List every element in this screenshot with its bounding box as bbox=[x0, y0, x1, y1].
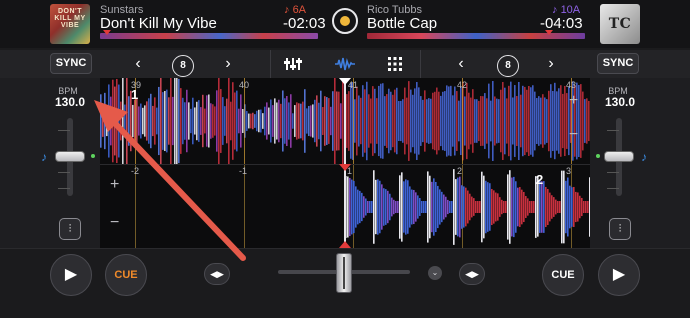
waveform-icon[interactable] bbox=[333, 50, 357, 78]
left-track-artwork[interactable]: DON'T KILL MY VIBE bbox=[50, 4, 90, 44]
grid-icon[interactable] bbox=[384, 50, 406, 78]
right-loop-size-button[interactable]: 8 bbox=[497, 55, 519, 77]
left-loop-prev-icon[interactable]: ‹ bbox=[128, 50, 148, 78]
left-zoom-out-icon[interactable]: − bbox=[569, 126, 578, 144]
right-beat-2: 2 bbox=[457, 166, 463, 176]
right-playhead-top-marker bbox=[339, 164, 351, 171]
right-beat-3: 3 bbox=[566, 166, 572, 176]
left-nudge-icon[interactable]: ◀▶ bbox=[204, 263, 230, 285]
right-eq-icon[interactable]: ⫶ bbox=[609, 218, 631, 240]
right-zoom-out-icon[interactable]: − bbox=[110, 214, 119, 232]
left-pitch-slider-handle[interactable] bbox=[55, 151, 85, 162]
right-beat-minus-2: -2 bbox=[131, 166, 140, 176]
right-keylock-icon[interactable]: ♪ bbox=[641, 150, 647, 164]
left-sync-button[interactable]: SYNC bbox=[50, 53, 92, 74]
left-play-button[interactable]: ▶ bbox=[50, 254, 92, 296]
left-title: Don't Kill My Vibe bbox=[100, 15, 217, 32]
playhead-top-marker bbox=[339, 78, 351, 85]
right-track-artwork[interactable]: TC bbox=[600, 4, 640, 44]
left-pitch-indicator bbox=[91, 154, 95, 158]
right-play-button[interactable]: ▶ bbox=[598, 254, 640, 296]
right-cue-button[interactable]: CUE bbox=[542, 254, 584, 296]
right-beat-minus-1: -1 bbox=[239, 166, 248, 176]
right-pitch-indicator bbox=[596, 154, 600, 158]
left-artwork-text: DON'T KILL MY VIBE bbox=[54, 8, 86, 29]
right-pitch-slider-handle[interactable] bbox=[604, 151, 634, 162]
left-loop-next-icon[interactable]: › bbox=[218, 50, 238, 78]
left-hotcue-marker[interactable]: 1 bbox=[131, 87, 138, 102]
left-beat-40: 40 bbox=[239, 80, 250, 90]
right-title: Bottle Cap bbox=[367, 15, 438, 32]
left-eq-icon[interactable]: ⫶ bbox=[59, 218, 81, 240]
left-zoom-in-icon[interactable]: + bbox=[569, 92, 578, 110]
right-loop-prev-icon[interactable]: ‹ bbox=[451, 50, 471, 78]
mixer-icon[interactable] bbox=[281, 50, 305, 78]
playhead bbox=[344, 78, 346, 248]
left-track-overview[interactable] bbox=[100, 33, 318, 39]
left-keylock-icon[interactable]: ♪ bbox=[41, 150, 47, 164]
toolbar-divider-right bbox=[420, 50, 421, 78]
left-overview-marker bbox=[103, 30, 111, 35]
left-time-remaining: -02:03 bbox=[283, 15, 326, 32]
right-loop-next-icon[interactable]: › bbox=[541, 50, 561, 78]
right-artwork-text: TC bbox=[608, 16, 632, 32]
left-bpm-value[interactable]: 130.0 bbox=[50, 95, 90, 109]
right-zoom-in-icon[interactable]: + bbox=[110, 176, 119, 194]
waveform-display[interactable]: 39 40 41 42 43 -2 -1 1 2 3 1 2 + − + − bbox=[100, 78, 590, 248]
right-bpm-value[interactable]: 130.0 bbox=[600, 95, 640, 109]
right-playhead-bottom-marker bbox=[339, 241, 351, 248]
left-beat-43: 43 bbox=[566, 80, 577, 90]
right-hotcue-marker[interactable]: 2 bbox=[536, 172, 543, 187]
right-sync-button[interactable]: SYNC bbox=[597, 53, 639, 74]
left-loop-size-button[interactable]: 8 bbox=[172, 55, 194, 77]
left-beat-42: 42 bbox=[457, 80, 468, 90]
toolbar-divider bbox=[270, 50, 271, 78]
chevron-down-icon[interactable]: ⌄ bbox=[428, 266, 442, 280]
center-mode-button[interactable] bbox=[332, 8, 358, 34]
right-overview-marker bbox=[545, 30, 553, 35]
right-nudge-icon[interactable]: ◀▶ bbox=[459, 263, 485, 285]
crossfader-handle[interactable] bbox=[336, 253, 352, 293]
left-cue-button[interactable]: CUE bbox=[105, 254, 147, 296]
